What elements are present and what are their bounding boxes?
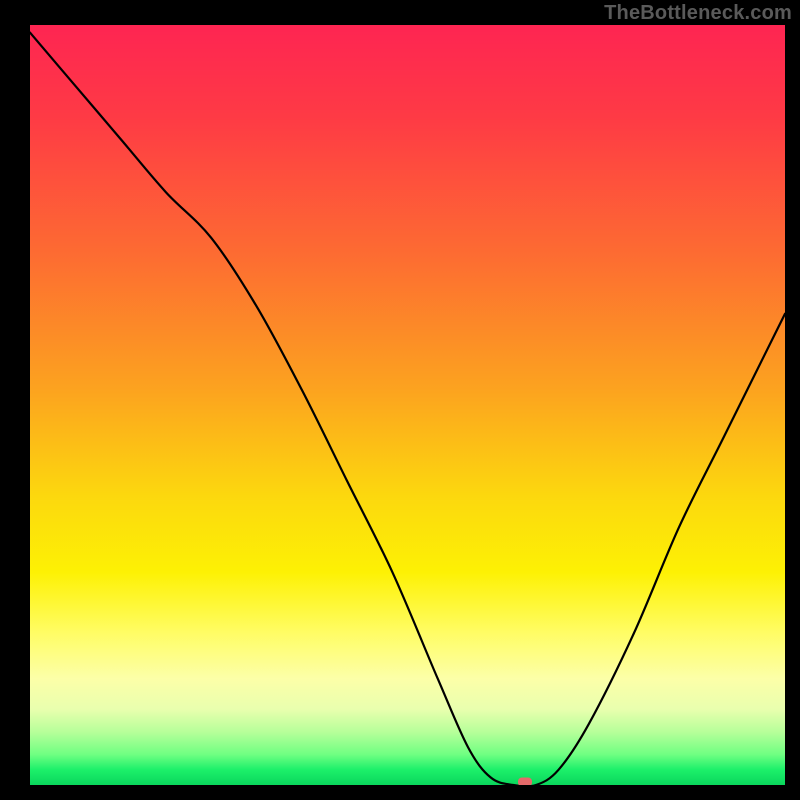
plot-area (30, 25, 785, 785)
min-marker (518, 778, 532, 786)
chart-frame: TheBottleneck.com (0, 0, 800, 800)
bottleneck-curve (30, 25, 785, 785)
watermark-text: TheBottleneck.com (604, 2, 792, 25)
